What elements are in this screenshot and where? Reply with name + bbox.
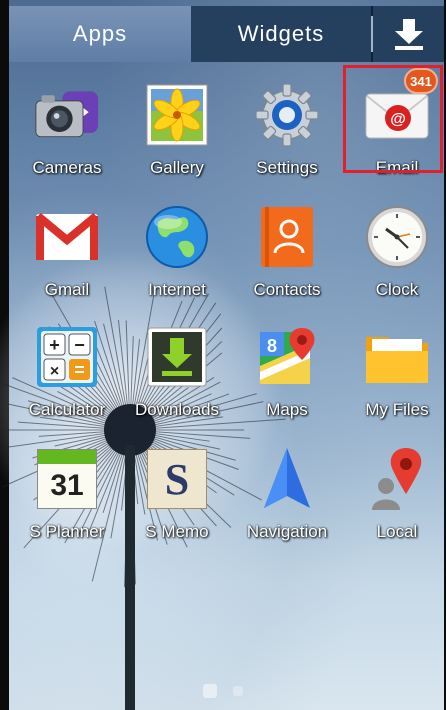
- app-gallery[interactable]: Gallery: [123, 82, 231, 190]
- page-indicator: [0, 684, 446, 704]
- app-label: Contacts: [253, 280, 321, 299]
- s-planner-date: 31: [50, 469, 84, 502]
- clock-icon: [364, 204, 430, 270]
- internet-icon: [144, 204, 210, 270]
- app-label: Gmail: [44, 280, 90, 299]
- app-cameras[interactable]: Cameras: [13, 82, 121, 190]
- app-drawer-screen: Apps Widgets Cameras Gallery Settings @ …: [0, 0, 446, 710]
- app-label: My Files: [365, 400, 429, 419]
- app-maps[interactable]: 8 Maps: [233, 324, 341, 432]
- my-files-icon: [364, 324, 430, 390]
- app-clock[interactable]: Clock: [343, 204, 446, 312]
- tab-apps[interactable]: Apps: [9, 6, 191, 62]
- contacts-icon: [254, 204, 320, 270]
- app-label: Navigation: [246, 522, 328, 541]
- email-unread-badge: 341: [404, 68, 438, 94]
- app-s-memo[interactable]: S S Memo: [123, 446, 231, 554]
- svg-text:@: @: [390, 111, 406, 128]
- app-internet[interactable]: Internet: [123, 204, 231, 312]
- app-label: Settings: [256, 158, 318, 177]
- navigation-icon: [254, 446, 320, 512]
- app-local[interactable]: Local: [343, 446, 446, 554]
- app-label: Downloads: [134, 400, 220, 419]
- app-label: Maps: [266, 400, 308, 419]
- app-contacts[interactable]: Contacts: [233, 204, 341, 312]
- app-calculator[interactable]: + − × = Calculator: [13, 324, 121, 432]
- bezel-left: [0, 0, 9, 710]
- app-label: Clock: [375, 280, 419, 299]
- app-label: Cameras: [32, 158, 102, 177]
- download-icon: [394, 19, 423, 50]
- settings-icon: [254, 82, 320, 148]
- local-icon: [364, 446, 430, 512]
- app-settings[interactable]: Settings: [233, 82, 341, 190]
- maps-icon: 8: [254, 324, 320, 390]
- app-downloads[interactable]: Downloads: [123, 324, 231, 432]
- svg-text:×: ×: [50, 363, 59, 380]
- app-navigation[interactable]: Navigation: [233, 446, 341, 554]
- gmail-icon: [34, 204, 100, 270]
- s-planner-icon: 31: [34, 446, 100, 512]
- app-label: Calculator: [28, 400, 106, 419]
- app-my-files[interactable]: My Files: [343, 324, 446, 432]
- app-label: S Memo: [145, 522, 209, 541]
- app-label: Email: [375, 158, 419, 177]
- page-dot-current[interactable]: [203, 684, 217, 698]
- page-dot[interactable]: [233, 686, 243, 696]
- app-email[interactable]: @ 341 Email: [343, 68, 446, 190]
- downloads-icon: [144, 324, 210, 390]
- svg-text:−: −: [74, 335, 85, 355]
- app-label: Local: [376, 522, 418, 541]
- download-button[interactable]: [373, 6, 444, 62]
- tab-widgets[interactable]: Widgets: [191, 6, 371, 62]
- cameras-icon: [34, 82, 100, 148]
- tab-bar: Apps Widgets: [9, 6, 444, 62]
- app-gmail[interactable]: Gmail: [13, 204, 121, 312]
- s-memo-letter: S: [164, 454, 190, 504]
- app-s-planner[interactable]: 31 S Planner: [13, 446, 121, 554]
- app-label: Internet: [148, 280, 206, 299]
- calculator-icon: + − × =: [34, 324, 100, 390]
- app-label: Gallery: [150, 158, 204, 177]
- svg-text:+: +: [49, 335, 60, 355]
- s-memo-icon: S: [144, 446, 210, 512]
- svg-text:=: =: [74, 360, 85, 380]
- app-label: S Planner: [29, 522, 105, 541]
- svg-text:8: 8: [267, 336, 277, 356]
- gallery-icon: [144, 82, 210, 148]
- email-icon: @ 341: [364, 68, 438, 148]
